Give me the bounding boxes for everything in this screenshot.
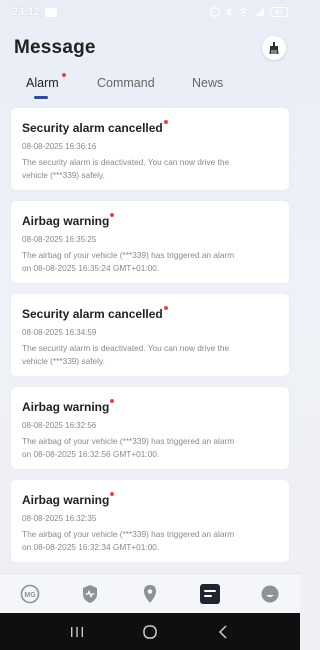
mg-logo-icon: MG bbox=[20, 584, 40, 603]
unread-dot bbox=[110, 492, 115, 496]
message-body: The security alarm is deactivated. You c… bbox=[22, 342, 278, 367]
message-body-line: vehicle (***339) safely. bbox=[22, 355, 105, 366]
message-body-line: The airbag of your vehicle (***339) has … bbox=[22, 529, 235, 539]
message-body-line: on 08-08-2025 16:35:24 GMT+01:00. bbox=[22, 262, 160, 273]
message-title-text: Security alarm cancelled bbox=[22, 307, 163, 321]
svg-text:MG: MG bbox=[24, 592, 36, 599]
tab-command-label: Command bbox=[97, 76, 155, 90]
tab-alarm-label: Alarm bbox=[26, 76, 59, 90]
message-body: The security alarm is deactivated. You c… bbox=[22, 156, 278, 181]
status-time: 23:12 bbox=[12, 6, 41, 18]
unread-badge bbox=[61, 73, 66, 77]
status-left: 23:12 bbox=[12, 6, 58, 18]
home-button[interactable] bbox=[140, 622, 160, 642]
nav-messages[interactable] bbox=[199, 583, 221, 605]
message-body: The airbag of your vehicle (***339) has … bbox=[22, 528, 278, 553]
message-card[interactable]: Security alarm cancelled 08-08-2025 16:3… bbox=[11, 294, 289, 376]
nav-vehicle-health[interactable] bbox=[79, 583, 101, 605]
message-title: Airbag warning bbox=[22, 213, 115, 228]
battery-level: 41 bbox=[275, 8, 283, 16]
profile-face-icon bbox=[261, 585, 279, 602]
home-circle-icon bbox=[143, 624, 157, 639]
tab-alarm[interactable]: Alarm bbox=[26, 73, 66, 90]
notification-icon bbox=[45, 7, 58, 17]
message-card[interactable]: Airbag warning 08-08-2025 16:32:35 The a… bbox=[11, 480, 289, 562]
status-right: 41 bbox=[210, 7, 288, 17]
shield-pulse-icon bbox=[83, 584, 97, 603]
message-icon bbox=[200, 583, 220, 604]
system-nav-bar bbox=[0, 613, 300, 650]
header: Message bbox=[0, 30, 300, 66]
nav-home[interactable]: MG bbox=[19, 583, 41, 605]
message-body: The airbag of your vehicle (***339) has … bbox=[22, 249, 278, 274]
message-title-text: Airbag warning bbox=[22, 493, 110, 507]
status-bar: 23:12 41 bbox=[0, 0, 300, 24]
battery-icon: 41 bbox=[270, 7, 288, 17]
wifi-icon bbox=[238, 8, 249, 17]
tab-command[interactable]: Command bbox=[97, 76, 155, 90]
page-title: Message bbox=[14, 37, 96, 58]
message-title: Security alarm cancelled bbox=[22, 306, 168, 321]
message-title: Airbag warning bbox=[22, 399, 115, 414]
bottom-nav: MG bbox=[0, 573, 300, 613]
clear-messages-button[interactable] bbox=[262, 36, 286, 60]
broom-icon bbox=[269, 42, 279, 54]
message-time: 08-08-2025 16:34:59 bbox=[22, 328, 97, 337]
recent-apps-button[interactable] bbox=[67, 622, 87, 642]
message-time: 08-08-2025 16:35:25 bbox=[22, 235, 97, 244]
location-pin-icon bbox=[144, 584, 156, 603]
signal-icon bbox=[255, 8, 264, 16]
nav-location[interactable] bbox=[139, 583, 161, 605]
tab-news[interactable]: News bbox=[192, 76, 223, 90]
nfc-icon bbox=[210, 7, 220, 17]
message-body-line: The security alarm is deactivated. You c… bbox=[22, 157, 230, 167]
unread-dot bbox=[110, 213, 115, 217]
nav-profile[interactable] bbox=[259, 583, 281, 605]
message-title-text: Airbag warning bbox=[22, 214, 110, 228]
recent-apps-icon bbox=[70, 626, 83, 637]
back-chevron-icon bbox=[219, 624, 227, 639]
message-body-line: on 08-08-2025 16:32:56 GMT+01:00. bbox=[22, 448, 160, 459]
message-time: 08-08-2025 16:32:35 bbox=[22, 514, 97, 523]
message-body-line: The airbag of your vehicle (***339) has … bbox=[22, 250, 235, 260]
unread-dot bbox=[163, 120, 168, 124]
message-title: Security alarm cancelled bbox=[22, 120, 168, 135]
back-button[interactable] bbox=[213, 622, 233, 642]
bluetooth-icon bbox=[225, 7, 232, 17]
tab-news-label: News bbox=[192, 76, 224, 90]
message-card[interactable]: Airbag warning 08-08-2025 16:35:25 The a… bbox=[11, 201, 289, 283]
unread-dot bbox=[163, 306, 168, 310]
message-card[interactable]: Airbag warning 08-08-2025 16:32:56 The a… bbox=[11, 387, 289, 469]
message-body-line: The security alarm is deactivated. You c… bbox=[22, 343, 230, 353]
active-tab-indicator bbox=[34, 96, 48, 99]
message-card[interactable]: Security alarm cancelled 08-08-2025 16:3… bbox=[11, 108, 289, 190]
message-body-line: vehicle (***339) safely. bbox=[22, 169, 105, 180]
message-body-line: on 08-08-2025 16:32:34 GMT+01:00. bbox=[22, 541, 160, 552]
message-title-text: Airbag warning bbox=[22, 400, 110, 414]
message-title: Airbag warning bbox=[22, 492, 115, 507]
message-title-text: Security alarm cancelled bbox=[22, 121, 163, 135]
message-time: 08-08-2025 16:32:56 bbox=[22, 421, 97, 430]
unread-dot bbox=[110, 399, 115, 403]
message-body: The airbag of your vehicle (***339) has … bbox=[22, 435, 278, 460]
message-time: 08-08-2025 16:36:16 bbox=[22, 142, 97, 151]
message-body-line: The airbag of your vehicle (***339) has … bbox=[22, 436, 235, 446]
